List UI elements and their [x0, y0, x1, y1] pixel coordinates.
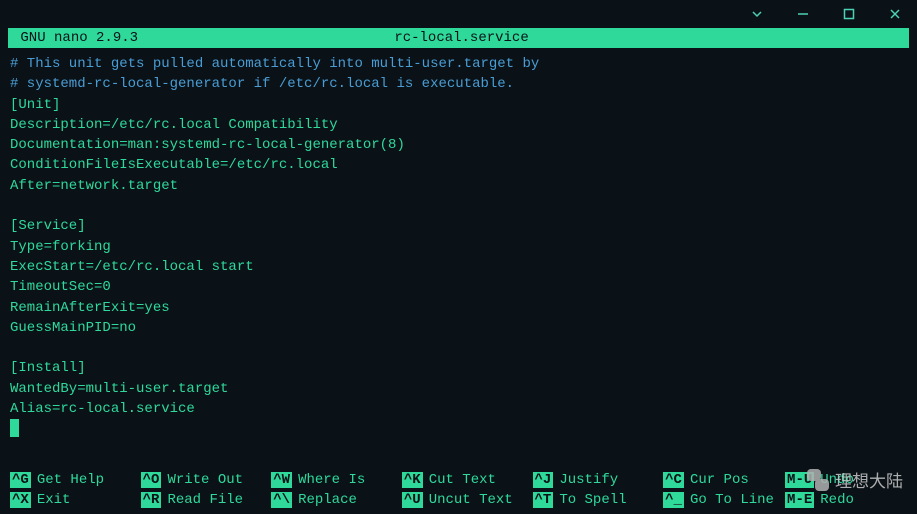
shortcut-item[interactable]: ^U Uncut Text: [402, 492, 533, 508]
shortcut-label: Redo: [820, 492, 854, 508]
shortcut-key: ^X: [10, 492, 31, 508]
shortcut-key: ^C: [663, 472, 684, 488]
cursor-line: [10, 419, 907, 439]
code-line: WantedBy=multi-user.target: [10, 379, 907, 399]
shortcut-item[interactable]: ^G Get Help: [10, 472, 141, 488]
code-line: GuessMainPID=no: [10, 318, 907, 338]
shortcut-item[interactable]: ^O Write Out: [141, 472, 272, 488]
shortcut-item[interactable]: M-E Redo: [785, 492, 907, 508]
code-line: [10, 338, 907, 358]
shortcut-label: Replace: [298, 492, 357, 508]
shortcut-label: To Spell: [559, 492, 626, 508]
shortcut-row-2: ^X Exit ^R Read File ^\ Replace ^U Uncut Text ^T…: [10, 490, 907, 510]
shortcut-item[interactable]: ^R Read File: [141, 492, 272, 508]
code-line: RemainAfterExit=yes: [10, 298, 907, 318]
shortcut-key: ^W: [271, 472, 292, 488]
shortcut-key: ^U: [402, 492, 423, 508]
shortcut-label: Write Out: [167, 472, 243, 488]
code-line: # This unit gets pulled automatically in…: [10, 54, 907, 74]
shortcut-key: ^O: [141, 472, 162, 488]
shortcut-key: ^_: [663, 492, 684, 508]
wechat-icon: [807, 469, 829, 491]
shortcut-label: Read File: [167, 492, 243, 508]
watermark-text: 理想大陆: [835, 467, 903, 492]
app-title: GNU nano 2.9.3: [12, 30, 138, 46]
dropdown-icon[interactable]: [743, 4, 771, 24]
shortcut-label: Cut Text: [429, 472, 496, 488]
watermark: 理想大陆: [807, 467, 903, 492]
editor-body[interactable]: # This unit gets pulled automatically in…: [0, 48, 917, 446]
shortcut-key: M-E: [785, 492, 814, 508]
shortcut-item[interactable]: ^\ Replace: [271, 492, 402, 508]
shortcut-label: Get Help: [37, 472, 104, 488]
shortcut-bar: ^G Get Help ^O Write Out ^W Where Is ^K Cut Tex…: [10, 470, 907, 510]
minimize-button[interactable]: [789, 4, 817, 24]
shortcut-label: Justify: [559, 472, 618, 488]
code-line: [10, 196, 907, 216]
shortcut-item[interactable]: ^J Justify: [533, 472, 664, 488]
code-line: Type=forking: [10, 237, 907, 257]
cursor: [10, 419, 19, 437]
code-line: # systemd-rc-local-generator if /etc/rc.…: [10, 74, 907, 94]
filename: rc-local.service: [138, 30, 905, 46]
shortcut-key: ^\: [271, 492, 292, 508]
shortcut-label: Where Is: [298, 472, 365, 488]
code-line: [Service]: [10, 216, 907, 236]
shortcut-item[interactable]: ^W Where Is: [271, 472, 402, 488]
shortcut-label: Exit: [37, 492, 71, 508]
shortcut-row-1: ^G Get Help ^O Write Out ^W Where Is ^K Cut Tex…: [10, 470, 907, 490]
shortcut-key: ^R: [141, 492, 162, 508]
shortcut-key: ^J: [533, 472, 554, 488]
code-line: Documentation=man:systemd-rc-local-gener…: [10, 135, 907, 155]
code-line: ExecStart=/etc/rc.local start: [10, 257, 907, 277]
code-line: [Install]: [10, 358, 907, 378]
close-button[interactable]: [881, 4, 909, 24]
maximize-button[interactable]: [835, 4, 863, 24]
shortcut-item[interactable]: ^T To Spell: [533, 492, 664, 508]
shortcut-item[interactable]: ^X Exit: [10, 492, 141, 508]
shortcut-label: Cur Pos: [690, 472, 749, 488]
shortcut-item[interactable]: ^_ Go To Line: [663, 492, 785, 508]
code-line: Description=/etc/rc.local Compatibility: [10, 115, 907, 135]
shortcut-key: ^T: [533, 492, 554, 508]
shortcut-key: ^K: [402, 472, 423, 488]
shortcut-item[interactable]: ^C Cur Pos: [663, 472, 785, 488]
code-line: TimeoutSec=0: [10, 277, 907, 297]
code-line: After=network.target: [10, 176, 907, 196]
code-line: ConditionFileIsExecutable=/etc/rc.local: [10, 155, 907, 175]
editor-header: GNU nano 2.9.3 rc-local.service: [8, 28, 909, 48]
window-titlebar: [0, 0, 917, 28]
code-line: Alias=rc-local.service: [10, 399, 907, 419]
code-line: [Unit]: [10, 95, 907, 115]
shortcut-key: ^G: [10, 472, 31, 488]
shortcut-label: Go To Line: [690, 492, 774, 508]
shortcut-item[interactable]: ^K Cut Text: [402, 472, 533, 488]
shortcut-label: Uncut Text: [429, 492, 513, 508]
